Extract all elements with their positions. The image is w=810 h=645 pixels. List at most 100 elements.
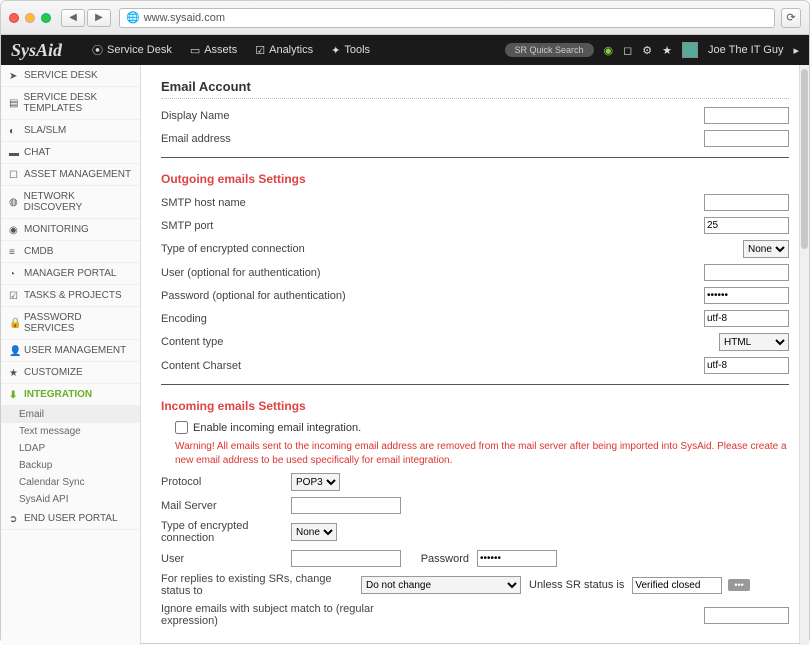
minimize-window[interactable]	[25, 13, 35, 23]
sidebar-sub-email[interactable]: Email	[1, 406, 140, 423]
ctype-select[interactable]: HTML	[719, 333, 789, 351]
sidebar-item-chat[interactable]: ▬Chat	[1, 142, 140, 164]
encoding-input[interactable]	[704, 310, 789, 327]
url-bar[interactable]: 🌐 www.sysaid.com	[119, 8, 775, 28]
unless-picker-button[interactable]: •••	[728, 579, 749, 591]
sidebar-item-sla[interactable]: ◐SLA/SLM	[1, 120, 140, 142]
globe-icon: ◍	[9, 197, 19, 207]
mailserver-label: Mail Server	[161, 500, 291, 512]
smtp-host-label: SMTP host name	[161, 197, 361, 209]
ignore-label: Ignore emails with subject match to (reg…	[161, 603, 421, 627]
help-icon[interactable]: ◉	[604, 44, 614, 57]
display-name-input[interactable]	[704, 107, 789, 124]
ctype-label: Content type	[161, 336, 361, 348]
encoding-label: Encoding	[161, 313, 361, 325]
sidebar-item-tasks[interactable]: ☑Tasks & Projects	[1, 285, 140, 307]
in-pass-input[interactable]	[477, 550, 557, 567]
ignore-input[interactable]	[704, 607, 789, 624]
in-pass-label: Password	[409, 553, 469, 565]
in-enc-select[interactable]: None	[291, 523, 337, 541]
nav-tools[interactable]: ✦ Tools	[331, 42, 370, 58]
out-user-input[interactable]	[704, 264, 789, 281]
app-logo: SysAid	[11, 40, 62, 61]
sidebar-item-customize[interactable]: ★Customize	[1, 362, 140, 384]
scrollbar[interactable]	[799, 65, 809, 645]
sidebar-sub-calendar[interactable]: Calendar Sync	[1, 474, 140, 491]
reload-button[interactable]: ⟳	[781, 8, 801, 28]
incoming-warning: Warning! All emails sent to the incoming…	[175, 440, 789, 467]
sidebar-item-service-desk[interactable]: ➤Service Desk	[1, 65, 140, 87]
in-enc-label: Type of encrypted connection	[161, 520, 291, 544]
maximize-window[interactable]	[41, 13, 51, 23]
doc-icon: ▤	[9, 98, 18, 108]
sidebar-item-enduser[interactable]: ➲End User Portal	[1, 508, 140, 530]
sidebar-item-user-mgmt[interactable]: 👤User Management	[1, 340, 140, 362]
sidebar-item-network[interactable]: ◍Network Discovery	[1, 186, 140, 219]
gear-icon[interactable]: ⚙	[642, 44, 652, 57]
replies-label: For replies to existing SRs, change stat…	[161, 573, 361, 597]
outgoing-title: Outgoing emails Settings	[161, 172, 789, 186]
charset-input[interactable]	[704, 357, 789, 374]
close-window[interactable]	[9, 13, 19, 23]
asset-icon: ☐	[9, 170, 19, 180]
sidebar-item-password[interactable]: 🔒Password Services	[1, 307, 140, 340]
unless-input[interactable]	[632, 577, 722, 594]
mailserver-input[interactable]	[291, 497, 401, 514]
sidebar-sub-ldap[interactable]: LDAP	[1, 440, 140, 457]
plug-icon: ⬇	[9, 390, 19, 400]
replies-select[interactable]: Do not change	[361, 576, 521, 594]
grid-icon[interactable]: ◻	[623, 44, 632, 57]
sidebar: ➤Service Desk ▤Service Desk Templates ◐S…	[1, 65, 141, 645]
lock-icon: 🔒	[9, 318, 19, 328]
incoming-title: Incoming emails Settings	[161, 399, 789, 413]
forward-button[interactable]: ▶	[87, 9, 111, 27]
back-button[interactable]: ◀	[61, 9, 85, 27]
sidebar-sub-text[interactable]: Text message	[1, 423, 140, 440]
sidebar-sub-backup[interactable]: Backup	[1, 457, 140, 474]
unless-label: Unless SR status is	[529, 579, 624, 591]
out-pass-label: Password (optional for authentication)	[161, 290, 361, 302]
scrollbar-thumb[interactable]	[801, 69, 808, 249]
user-menu-caret[interactable]: ▸	[793, 44, 799, 57]
user-name: Joe The IT Guy	[708, 44, 783, 56]
nav-service-desk[interactable]: ⦿ Service Desk	[92, 42, 172, 58]
portal-icon: ◔	[9, 269, 19, 279]
sidebar-item-monitoring[interactable]: ◉Monitoring	[1, 219, 140, 241]
logout-icon: ➲	[9, 514, 19, 524]
smtp-port-input[interactable]	[704, 217, 789, 234]
enable-incoming-checkbox[interactable]	[175, 421, 188, 434]
smtp-port-label: SMTP port	[161, 220, 361, 232]
out-pass-input[interactable]	[704, 287, 789, 304]
protocol-label: Protocol	[161, 476, 291, 488]
sidebar-item-templates[interactable]: ▤Service Desk Templates	[1, 87, 140, 120]
sidebar-item-cmdb[interactable]: ≡CMDB	[1, 241, 140, 263]
smtp-host-input[interactable]	[704, 194, 789, 211]
sidebar-sub-api[interactable]: SysAid API	[1, 491, 140, 508]
nav-analytics[interactable]: ☑ Analytics	[255, 42, 313, 58]
out-enc-select[interactable]: None	[743, 240, 789, 258]
chat-icon: ▬	[9, 148, 19, 158]
in-user-input[interactable]	[291, 550, 401, 567]
sidebar-item-asset[interactable]: ☐Asset Management	[1, 164, 140, 186]
db-icon: ≡	[9, 247, 19, 257]
avatar[interactable]	[682, 42, 698, 58]
nav-assets[interactable]: ▭ Assets	[190, 42, 237, 58]
tasks-icon: ☑	[9, 291, 19, 301]
out-enc-label: Type of encrypted connection	[161, 243, 361, 255]
content-area: Email Account Display Name Email address…	[141, 65, 809, 645]
in-user-label: User	[161, 553, 291, 565]
sidebar-item-manager[interactable]: ◔Manager Portal	[1, 263, 140, 285]
display-name-label: Display Name	[161, 110, 361, 122]
eye-icon: ◉	[9, 225, 19, 235]
out-user-label: User (optional for authentication)	[161, 267, 361, 279]
url-text: www.sysaid.com	[144, 12, 225, 24]
sidebar-item-integration[interactable]: ⬇Integration	[1, 384, 140, 406]
globe-icon: 🌐	[126, 11, 140, 24]
mic-icon: ◐	[9, 126, 19, 136]
email-input[interactable]	[704, 130, 789, 147]
enable-incoming-label: Enable incoming email integration.	[193, 422, 361, 434]
arrow-icon: ➤	[9, 71, 19, 81]
protocol-select[interactable]: POP3	[291, 473, 340, 491]
quick-search[interactable]: SR Quick Search	[505, 43, 594, 57]
star-icon[interactable]: ★	[662, 44, 672, 57]
